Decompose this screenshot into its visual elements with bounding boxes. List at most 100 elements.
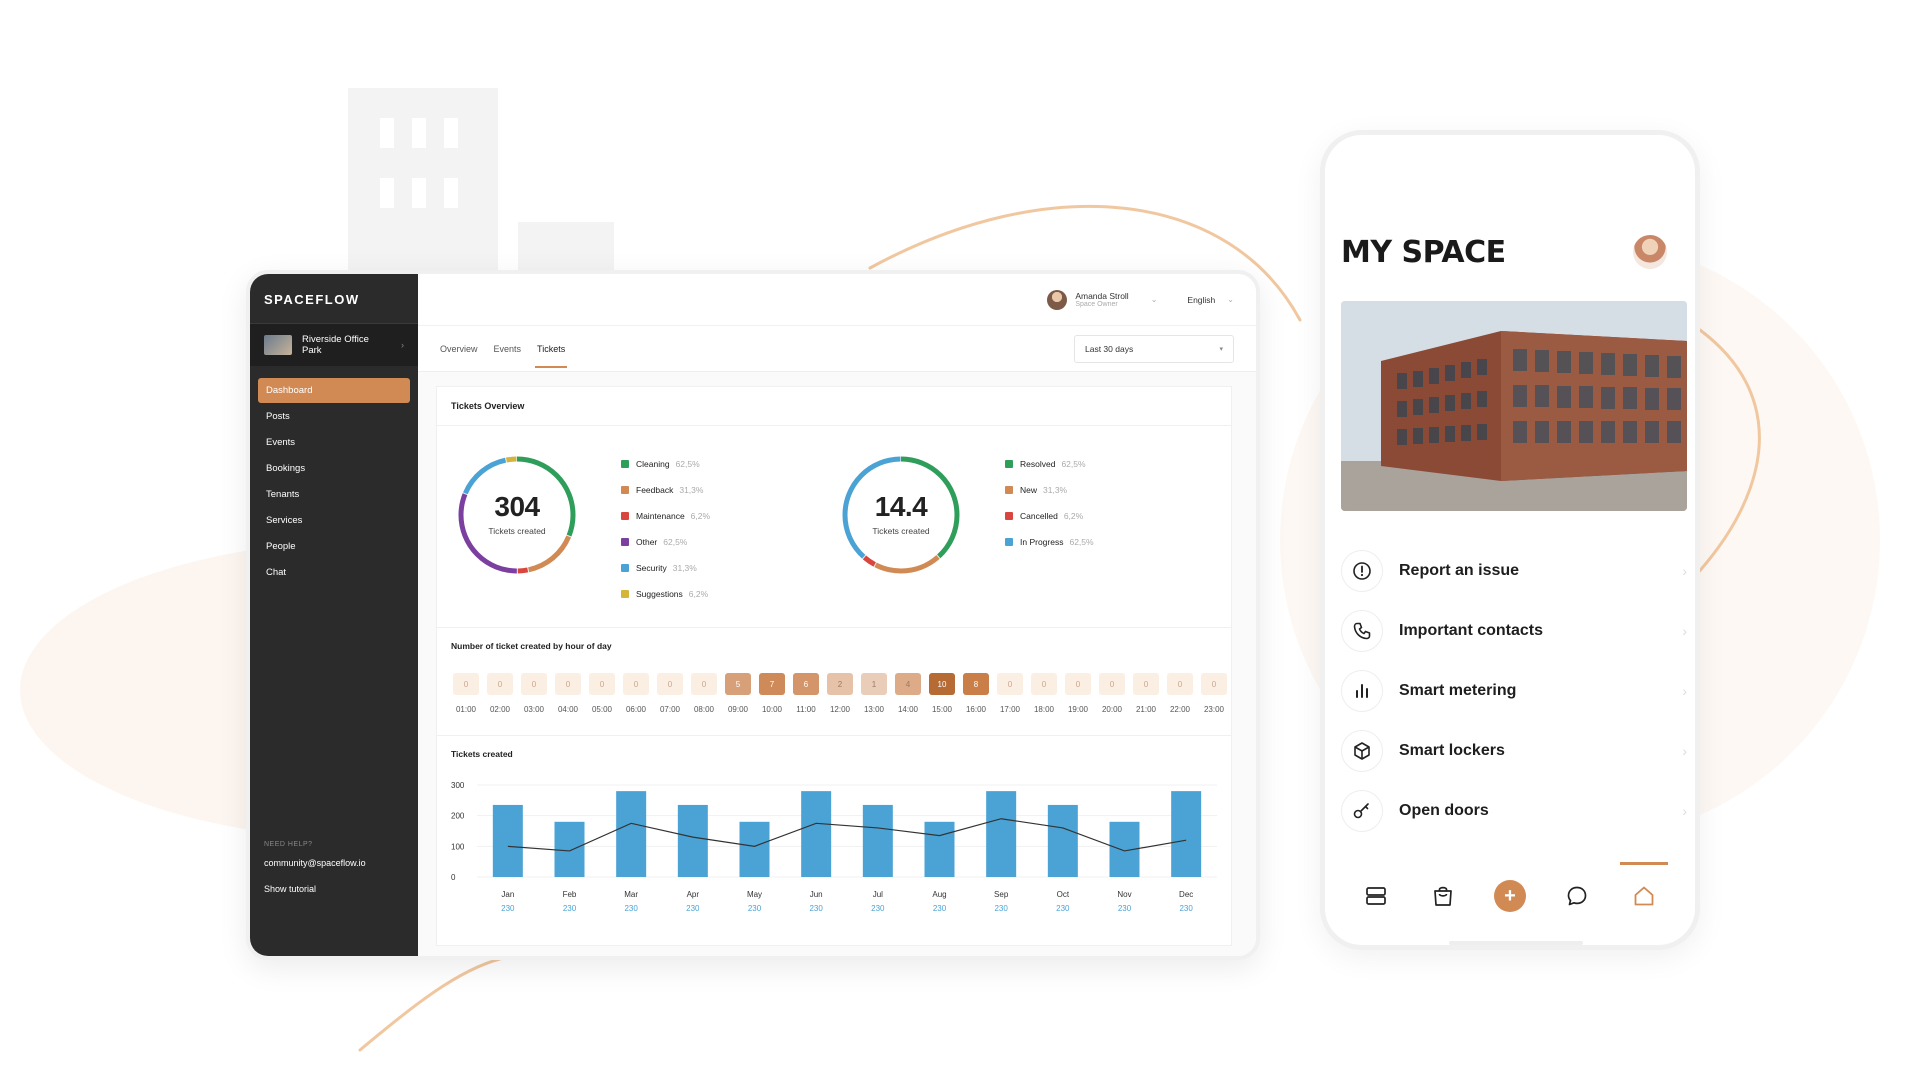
hourly-heatmap: 0 01:00 0 02:00 0 03:00 0 04:00 0 05:00 0 06:00 0 07:… [449, 673, 1231, 714]
hour-label: 05:00 [591, 705, 613, 714]
y-tick-label: 0 [451, 873, 456, 882]
tab-overview[interactable]: Overview [440, 330, 478, 368]
bar-sublabel: 230 [624, 904, 638, 913]
tab-tickets[interactable]: Tickets [535, 330, 568, 368]
hour-cell: 0 22:00 [1163, 673, 1197, 714]
show-tutorial-link[interactable]: Show tutorial [264, 884, 366, 894]
hour-value: 7 [759, 673, 785, 695]
hour-value: 0 [623, 673, 649, 695]
sidebar-item-tenants[interactable]: Tenants [258, 482, 410, 507]
legend-percent: 31,3% [1043, 484, 1068, 495]
chevron-right-icon: › [401, 340, 404, 350]
hour-cell: 7 10:00 [755, 673, 789, 714]
hour-value: 0 [453, 673, 479, 695]
x-tick-label: Feb [563, 890, 577, 899]
feed-icon[interactable] [1356, 876, 1396, 916]
bar-sublabel: 230 [933, 904, 947, 913]
menu-item-open-doors[interactable]: Open doors › [1341, 781, 1687, 841]
hour-cell: 0 01:00 [449, 673, 483, 714]
hour-cell: 5 09:00 [721, 673, 755, 714]
hour-value: 0 [657, 673, 683, 695]
main-panel: Amanda Stroll Space Owner ⌄ English ⌄ Ov… [418, 274, 1256, 956]
menu-item-smart-metering[interactable]: Smart metering › [1341, 661, 1687, 721]
user-menu[interactable]: Amanda Stroll Space Owner ⌄ [1047, 289, 1157, 310]
bar [677, 804, 708, 877]
avatar[interactable] [1633, 235, 1667, 269]
language-value: English [1187, 294, 1216, 305]
property-switcher[interactable]: Riverside Office Park › [250, 324, 418, 366]
menu-item-smart-lockers[interactable]: Smart lockers › [1341, 721, 1687, 781]
chevron-right-icon: › [1682, 803, 1687, 819]
donut-center: 14.4 Tickets created [841, 455, 961, 575]
chevron-right-icon: › [1682, 563, 1687, 579]
sidebar-item-bookings[interactable]: Bookings [258, 456, 410, 481]
hour-value: 0 [589, 673, 615, 695]
sidebar-item-people[interactable]: People [258, 534, 410, 559]
donut-center: 304 Tickets created [457, 455, 577, 575]
legend-item: Security 31,3% [621, 561, 710, 574]
tablet-dashboard: SPACEFLOW Riverside Office Park › Dashbo… [246, 270, 1260, 960]
user-role: Space Owner [1075, 301, 1118, 308]
hour-label: 03:00 [523, 705, 545, 714]
menu-item-report-issue[interactable]: Report an issue › [1341, 541, 1687, 601]
hour-value: 0 [1167, 673, 1193, 695]
bar-sublabel: 230 [501, 904, 515, 913]
legend-swatch [621, 485, 629, 494]
x-tick-label: Mar [624, 890, 638, 899]
hour-cell: 0 02:00 [483, 673, 517, 714]
menu-item-important-contacts[interactable]: Important contacts › [1341, 601, 1687, 661]
bar [492, 804, 523, 877]
hour-value: 0 [521, 673, 547, 695]
page-title: MY SPACE [1341, 235, 1506, 270]
hour-value: 0 [487, 673, 513, 695]
divider [437, 735, 1231, 736]
home-icon[interactable] [1619, 862, 1668, 916]
bar-sublabel: 230 [563, 904, 577, 913]
menu-label: Open doors [1399, 802, 1489, 819]
bar-sublabel: 230 [1118, 904, 1132, 913]
hour-value: 4 [895, 673, 921, 695]
x-tick-label: Dec [1179, 890, 1193, 899]
hour-label: 15:00 [931, 705, 953, 714]
package-icon [1341, 730, 1383, 772]
hour-cell: 0 19:00 [1061, 673, 1095, 714]
legend-label: Feedback [636, 484, 674, 495]
language-select[interactable]: English ⌄ [1187, 295, 1234, 305]
bar-sublabel: 230 [809, 904, 823, 913]
sidebar-item-chat[interactable]: Chat [258, 560, 410, 585]
bar [986, 791, 1017, 877]
legend-label: Cleaning [636, 458, 670, 469]
chevron-right-icon: › [1682, 683, 1687, 699]
tickets-total: 304 [494, 491, 540, 523]
chat-icon[interactable] [1557, 876, 1597, 916]
bar-sublabel: 230 [686, 904, 700, 913]
hour-label: 18:00 [1033, 705, 1055, 714]
hour-label: 13:00 [863, 705, 885, 714]
key-icon [1341, 790, 1383, 832]
divider [437, 627, 1231, 628]
sidebar-item-events[interactable]: Events [258, 430, 410, 455]
hour-cell: 0 23:00 [1197, 673, 1231, 714]
legend-label: In Progress [1020, 536, 1064, 547]
hour-value: 0 [1099, 673, 1125, 695]
card-title: Tickets Overview [437, 387, 1231, 426]
bar [924, 821, 955, 877]
help-email-link[interactable]: community@spaceflow.io [264, 858, 366, 868]
bar [1047, 804, 1078, 877]
hour-value: 0 [997, 673, 1023, 695]
sidebar-item-posts[interactable]: Posts [258, 404, 410, 429]
x-tick-label: Jul [873, 890, 883, 899]
x-tick-label: Jun [810, 890, 823, 899]
help-label: NEED HELP? [264, 841, 313, 848]
tab-events[interactable]: Events [494, 330, 522, 368]
legend-item: Suggestions 6,2% [621, 587, 710, 600]
shopping-bag-icon[interactable] [1423, 876, 1463, 916]
chevron-right-icon: › [1682, 743, 1687, 759]
legend-item: Feedback 31,3% [621, 483, 710, 496]
date-range-select[interactable]: Last 30 days ▾ [1074, 335, 1234, 363]
sidebar-item-services[interactable]: Services [258, 508, 410, 533]
category-legend: Cleaning 62,5% Feedback 31,3% Maintenance 6,2… [621, 457, 710, 613]
sidebar-item-dashboard[interactable]: Dashboard [258, 378, 410, 403]
plus-icon[interactable]: + [1490, 876, 1530, 916]
bar-sublabel: 230 [748, 904, 762, 913]
